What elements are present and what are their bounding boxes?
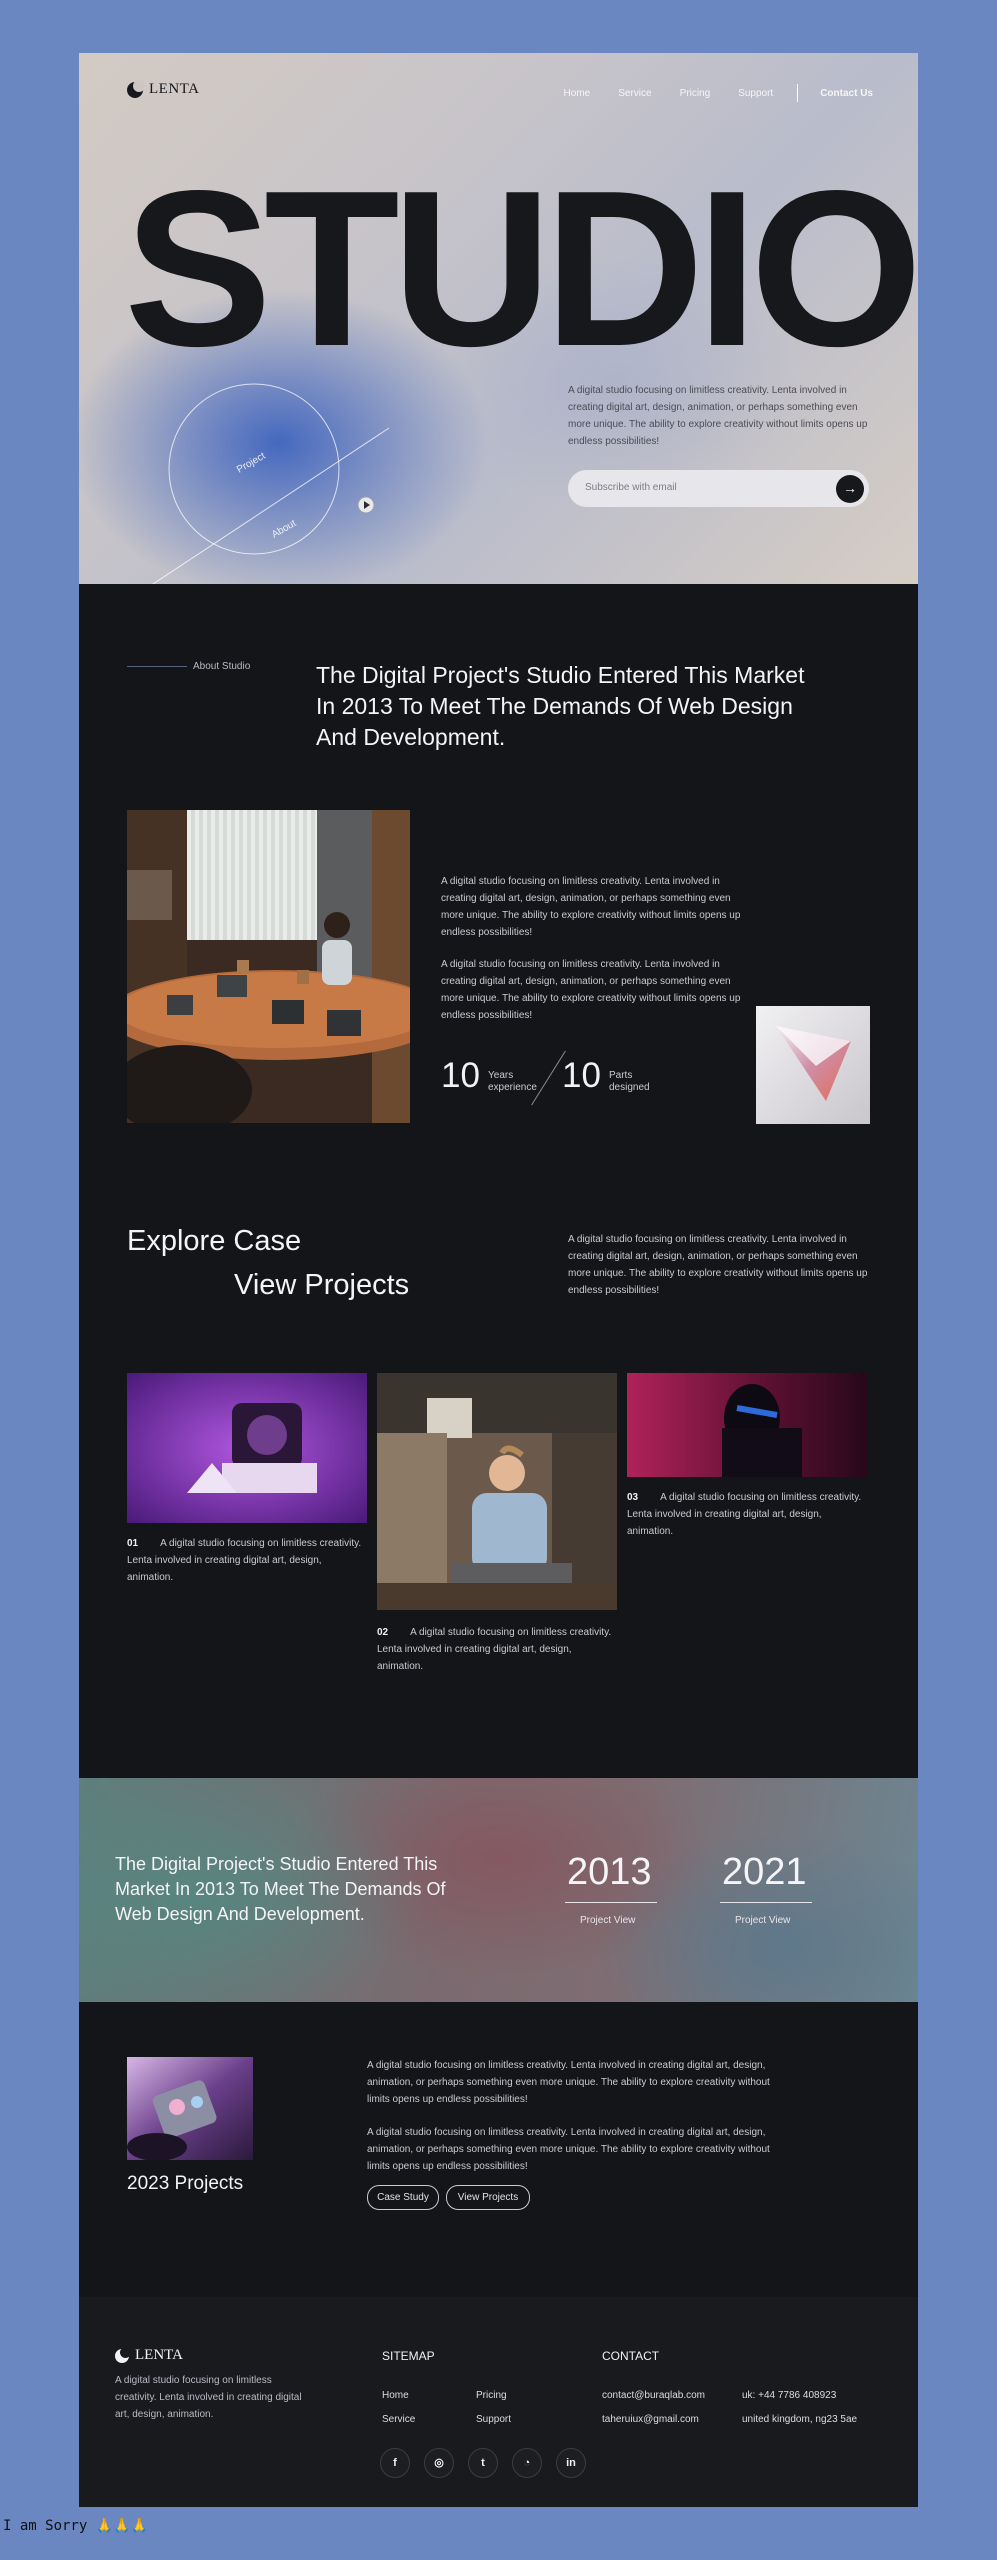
main-nav: Home Service Pricing Support Contact Us — [536, 84, 873, 102]
year-2013: 2013 — [567, 1851, 652, 1893]
footer-link-service[interactable]: Service — [382, 2414, 415, 2425]
project-3-image[interactable] — [627, 1373, 867, 1477]
banner-text: The Digital Project's Studio Entered Thi… — [115, 1854, 446, 1924]
footer-brand-name: LENTA — [135, 2347, 183, 2363]
about-headline: The Digital Project's Studio Entered Thi… — [316, 662, 805, 750]
about-label: About Studio — [127, 661, 250, 672]
stat-years-label: Years experience — [488, 1070, 537, 1094]
about-label-line — [127, 666, 187, 667]
stats-row: 10 Years experience 10 Parts designed — [441, 1046, 741, 1110]
footer-sitemap-title: SITEMAP — [382, 2349, 435, 2363]
year-2021-link[interactable]: Project View — [735, 1915, 790, 1926]
hero-circle — [168, 383, 340, 555]
project-1-caption: 01 A digital studio focusing on limitless… — [127, 1535, 367, 1586]
brand-name: LENTA — [149, 81, 200, 97]
footer-contact-phone[interactable]: uk: +44 7786 408923 — [742, 2390, 836, 2401]
projects-2023-paragraph-2: A digital studio focusing on limitless c… — [367, 2127, 770, 2172]
about-paragraph-1: A digital studio focusing on limitless c… — [441, 876, 741, 938]
project-2-caption: 02 A digital studio focusing on limitless… — [377, 1624, 617, 1675]
footer-contact-email-2[interactable]: taheruiux@gmail.com — [602, 2414, 699, 2425]
nav-home[interactable]: Home — [564, 88, 591, 99]
stat-years-value: 10 — [441, 1056, 480, 1095]
nav-pricing[interactable]: Pricing — [680, 88, 711, 99]
explore-heading-line1: Explore Case — [127, 1225, 302, 1257]
subscribe-field[interactable]: Subscribe with email → — [568, 470, 869, 507]
footer-link-pricing[interactable]: Pricing — [476, 2390, 507, 2401]
project-3-caption: 03 A digital studio focusing on limitless… — [627, 1489, 867, 1540]
facebook-icon[interactable]: f — [380, 2448, 410, 2478]
footer-link-home[interactable]: Home — [382, 2390, 409, 2401]
arrow-right-icon: → — [843, 480, 857, 496]
footer: LENTA A digital studio focusing on limit… — [79, 2297, 918, 2507]
year-2013-link[interactable]: Project View — [580, 1915, 635, 1926]
stat-years-label-line2: experience — [488, 1082, 537, 1093]
hero-circle-graphic: Project About — [152, 383, 390, 584]
hero-description: A digital studio focusing on limitless c… — [568, 385, 868, 447]
about-paragraph-2: A digital studio focusing on limitless c… — [441, 959, 741, 1021]
project-3-text: A digital studio focusing on limitless c… — [627, 1492, 862, 1537]
project-2-text: A digital studio focusing on limitless c… — [377, 1627, 612, 1672]
footer-contact-title: CONTACT — [602, 2349, 660, 2363]
stat-parts-label-line2: designed — [609, 1082, 650, 1093]
nav-service[interactable]: Service — [618, 88, 651, 99]
linkedin-icon[interactable]: in — [556, 2448, 586, 2478]
year-2021: 2021 — [722, 1851, 807, 1893]
about-label-text: About Studio — [193, 661, 251, 672]
project-2-number: 02 — [377, 1627, 389, 1638]
explore-description: A digital studio focusing on limitless c… — [568, 1234, 868, 1296]
project-1-image[interactable] — [127, 1373, 367, 1523]
github-icon[interactable]: ◔ — [512, 2448, 542, 2478]
hero-section: LENTA Home Service Pricing Support Conta… — [79, 53, 918, 584]
office-meeting-photo — [127, 810, 410, 1123]
explore-heading-line2[interactable]: View Projects — [234, 1269, 409, 1302]
instagram-icon[interactable]: ◎ — [424, 2448, 454, 2478]
footer-description: A digital studio focusing on limitless c… — [115, 2375, 302, 2420]
project-1-number: 01 — [127, 1538, 139, 1549]
moon-logo-icon — [127, 79, 145, 98]
view-projects-button[interactable]: View Projects — [446, 2185, 530, 2210]
subscribe-placeholder: Subscribe with email — [585, 482, 677, 493]
years-banner: The Digital Project's Studio Entered Thi… — [79, 1778, 918, 2002]
hero-label-about: About — [270, 518, 298, 541]
stat-parts-label: Parts designed — [609, 1070, 650, 1094]
twitter-icon[interactable]: t — [468, 2448, 498, 2478]
projects-2023-image[interactable] — [127, 2057, 253, 2160]
folded-paper-image — [756, 1006, 870, 1124]
overlay-caption: I am Sorry 🙏🙏🙏 — [3, 2518, 149, 2534]
stat-parts-label-line1: Parts — [609, 1070, 633, 1081]
projects-2023-paragraph-1: A digital studio focusing on limitless c… — [367, 2060, 770, 2105]
project-3-number: 03 — [627, 1492, 639, 1503]
footer-contact-address: united kingdom, ng23 5ae — [742, 2414, 858, 2425]
subscribe-arrow-button[interactable]: → — [836, 475, 864, 503]
project-2-image[interactable] — [377, 1373, 617, 1610]
footer-link-support[interactable]: Support — [476, 2414, 511, 2425]
nav-support[interactable]: Support — [738, 88, 773, 99]
page-frame: LENTA Home Service Pricing Support Conta… — [79, 53, 918, 2507]
year-2021-underline — [720, 1902, 812, 1903]
footer-contact-email-1[interactable]: contact@buraqlab.com — [602, 2390, 705, 2401]
footer-logo[interactable]: LENTA — [115, 2346, 183, 2364]
stat-parts-value: 10 — [562, 1056, 601, 1095]
projects-2023-title: 2023 Projects — [127, 2173, 244, 2194]
nav-contact-us[interactable]: Contact Us — [820, 88, 873, 99]
hero-diagonal-line — [152, 427, 390, 584]
play-icon[interactable] — [357, 496, 375, 514]
project-1-text: A digital studio focusing on limitless c… — [127, 1538, 362, 1583]
hero-label-project: Project — [235, 450, 268, 475]
stat-years-label-line1: Years — [488, 1070, 514, 1081]
nav-divider — [797, 84, 799, 102]
case-study-button[interactable]: Case Study — [367, 2185, 439, 2210]
brand-logo[interactable]: LENTA — [127, 79, 200, 98]
year-2013-underline — [565, 1902, 657, 1903]
footer-moon-logo-icon — [115, 2346, 131, 2363]
